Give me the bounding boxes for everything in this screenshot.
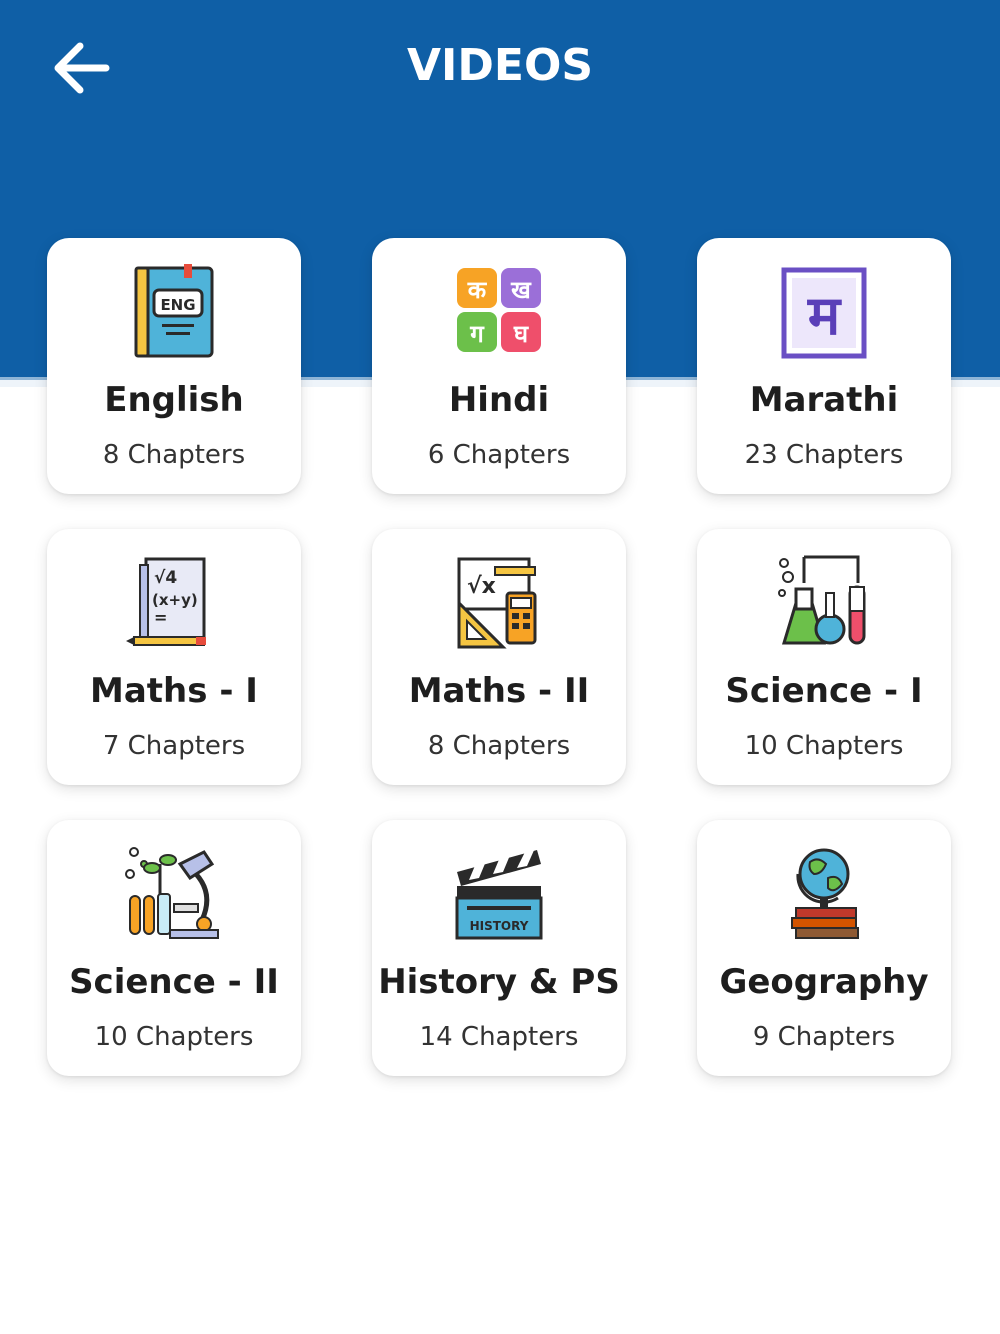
history-label: HISTORY (470, 919, 529, 933)
subject-name: Geography (719, 962, 929, 1002)
english-book-icon: ENG (134, 264, 214, 358)
chapter-count: 7 Chapters (102, 731, 246, 761)
chapter-count: 23 Chapters (744, 440, 904, 470)
subject-name: English (104, 380, 244, 420)
subject-name: Maths - I (90, 671, 258, 711)
marathi-letter: म (807, 284, 842, 347)
subject-card-history[interactable]: HISTORY History & PS 14 Chapters (372, 820, 626, 1076)
chapter-count: 10 Chapters (744, 731, 904, 761)
maths-line-1: √4 (154, 568, 177, 588)
chapter-count: 8 Chapters (427, 731, 571, 761)
chapter-count: 6 Chapters (427, 440, 571, 470)
subject-card-english[interactable]: ENG English 8 Chapters (47, 238, 301, 494)
maths-line-3: = (154, 608, 167, 627)
chapter-count: 9 Chapters (752, 1022, 896, 1052)
microscope-plant-icon (125, 847, 219, 939)
hindi-letters-icon: क ख ग घ (457, 268, 541, 352)
subject-card-marathi[interactable]: म Marathi 23 Chapters (697, 238, 951, 494)
subject-card-geography[interactable]: Geography 9 Chapters (697, 820, 951, 1076)
geometry-tools-icon: √x (457, 557, 537, 649)
subject-name: Marathi (749, 380, 899, 420)
hindi-letter-2: ख (510, 276, 532, 304)
geometry-symbol: √x (467, 574, 496, 599)
subject-name: Science - I (725, 671, 923, 711)
chapter-count: 10 Chapters (94, 1022, 254, 1052)
chapter-count: 14 Chapters (419, 1022, 579, 1052)
subject-card-science-1[interactable]: Science - I 10 Chapters (697, 529, 951, 785)
hindi-letter-4: घ (513, 320, 529, 348)
page-title: VIDEOS (406, 40, 594, 91)
globe-books-icon (791, 848, 859, 939)
marathi-letter-icon: म (781, 267, 867, 359)
subject-name: Science - II (69, 962, 279, 1002)
chapter-count: 8 Chapters (102, 440, 246, 470)
subject-card-maths-1[interactable]: √4 (x+y) = Maths - I 7 Chapters (47, 529, 301, 785)
subject-card-science-2[interactable]: Science - II 10 Chapters (47, 820, 301, 1076)
maths-line-2: (x+y) (152, 591, 198, 609)
subject-card-hindi[interactable]: क ख ग घ Hindi 6 Chapters (372, 238, 626, 494)
hindi-letter-1: क (467, 276, 488, 304)
maths-paper-icon: √4 (x+y) = (126, 557, 206, 646)
hindi-letter-3: ग (469, 320, 485, 348)
subject-name: Maths - II (408, 671, 590, 711)
subject-name: Hindi (448, 380, 550, 420)
subject-card-maths-2[interactable]: √x Maths - II 8 Chapters (372, 529, 626, 785)
lab-flasks-icon (778, 555, 866, 645)
subject-name: History & PS (378, 962, 620, 1002)
history-clapperboard-icon: HISTORY (455, 848, 543, 940)
eng-label: ENG (160, 296, 195, 314)
